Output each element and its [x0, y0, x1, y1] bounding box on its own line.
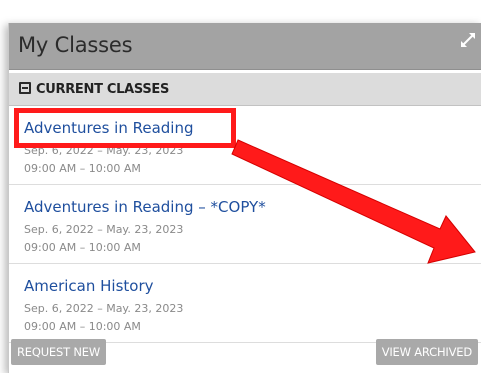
class-time: 09:00 AM – 10:00 AM — [24, 162, 141, 175]
my-classes-panel: My Classes CURRENT CLASSES Adventures in… — [8, 23, 481, 373]
class-dates: Sep. 6, 2022 – May. 23, 2023 — [24, 223, 184, 236]
class-item: American History Sep. 6, 2022 – May. 23,… — [9, 264, 481, 343]
class-item: Adventures in Reading – *COPY* Sep. 6, 2… — [9, 185, 481, 264]
panel-header: My Classes — [9, 23, 481, 70]
minus-square-icon[interactable] — [19, 82, 31, 94]
class-link[interactable]: American History — [24, 277, 154, 295]
expand-icon[interactable] — [460, 32, 476, 48]
class-time: 09:00 AM – 10:00 AM — [24, 320, 141, 333]
class-dates: Sep. 6, 2022 – May. 23, 2023 — [24, 302, 184, 315]
class-time: 09:00 AM – 10:00 AM — [24, 241, 141, 254]
panel-title: My Classes — [18, 33, 133, 57]
request-new-button[interactable]: REQUEST NEW — [11, 339, 107, 365]
view-archived-button[interactable]: VIEW ARCHIVED — [375, 339, 478, 365]
current-classes-section-header[interactable]: CURRENT CLASSES — [9, 73, 481, 106]
annotation-highlight-box — [14, 108, 236, 148]
class-link[interactable]: Adventures in Reading – *COPY* — [24, 198, 266, 216]
section-title: CURRENT CLASSES — [36, 82, 170, 97]
